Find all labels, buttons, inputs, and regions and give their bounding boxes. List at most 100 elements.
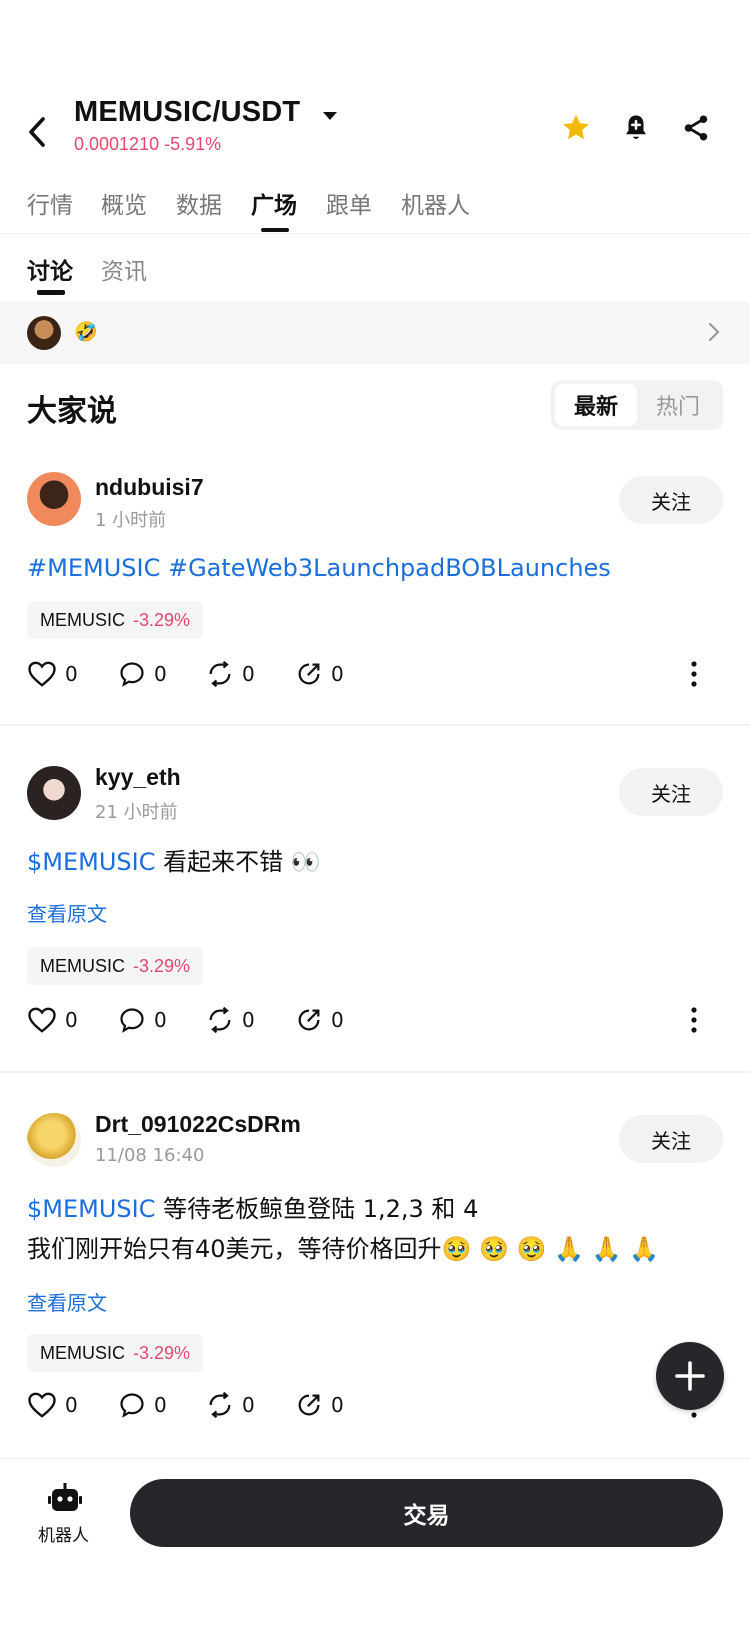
- heart-icon: [28, 1007, 56, 1033]
- post-time: 21 小时前: [95, 802, 178, 823]
- sub-tabs: 讨论 资讯: [0, 248, 750, 298]
- bell-plus-icon[interactable]: [618, 110, 654, 146]
- coin-tag[interactable]: MEMUSIC -3.29%: [27, 947, 204, 985]
- repost-count: 0: [242, 662, 255, 686]
- share-button[interactable]: 0: [295, 1004, 344, 1036]
- star-icon[interactable]: [558, 110, 594, 146]
- ticker-link[interactable]: $MEMUSIC: [27, 1195, 155, 1223]
- share-count: 0: [331, 1008, 344, 1032]
- coin-name: MEMUSIC: [40, 1342, 125, 1363]
- trade-button[interactable]: 交易: [130, 1479, 723, 1547]
- share-arrow-icon: [298, 663, 320, 685]
- bottom-bar: 机器人 交易: [0, 1458, 750, 1630]
- robot-icon[interactable]: [48, 1483, 82, 1513]
- like-count: 0: [65, 1393, 78, 1417]
- repost-icon: [209, 1006, 231, 1034]
- post-actions: 0 0 0 0: [27, 1389, 727, 1421]
- share-count: 0: [331, 1393, 344, 1417]
- username[interactable]: kyy_eth: [95, 764, 181, 791]
- repost-count: 0: [242, 1008, 255, 1032]
- post-text: 看起来不错 👀: [155, 848, 321, 876]
- plus-icon: [675, 1361, 705, 1391]
- tab-overview[interactable]: 概览: [101, 186, 147, 220]
- share-icon[interactable]: [678, 110, 714, 146]
- subtab-news[interactable]: 资讯: [101, 252, 147, 286]
- post-text-line2: 我们刚开始只有40美元，等待价格回升🥹 🥹 🥹 🙏 🙏 🙏: [27, 1235, 659, 1263]
- share-button[interactable]: 0: [295, 658, 344, 690]
- share-arrow-icon: [298, 1009, 320, 1031]
- comment-icon: [120, 662, 144, 687]
- avatar[interactable]: [27, 1113, 81, 1167]
- heart-icon: [28, 661, 56, 687]
- share-count: 0: [331, 662, 344, 686]
- sort-latest-button[interactable]: 最新: [555, 384, 637, 426]
- post-card[interactable]: kyy_eth 21 小时前 关注 $MEMUSIC 看起来不错 👀 查看原文 …: [0, 728, 750, 1073]
- active-subtab-indicator: [37, 290, 65, 295]
- create-post-button[interactable]: [656, 1342, 724, 1410]
- avatar[interactable]: [27, 472, 81, 526]
- repost-button[interactable]: 0: [206, 1389, 255, 1421]
- post-time: 1 小时前: [95, 510, 167, 531]
- post-content[interactable]: $MEMUSIC 看起来不错 👀: [27, 842, 723, 882]
- follow-button[interactable]: 关注: [619, 768, 723, 816]
- coin-change: -3.29%: [133, 955, 191, 976]
- tab-market[interactable]: 行情: [27, 186, 73, 220]
- username[interactable]: Drt_091022CsDRm: [95, 1111, 301, 1138]
- comment-icon: [120, 1008, 144, 1033]
- section-title: 大家说: [27, 394, 117, 429]
- view-original-link[interactable]: 查看原文: [27, 1287, 107, 1316]
- repost-button[interactable]: 0: [206, 658, 255, 690]
- sort-toggle: 最新 热门: [551, 380, 723, 430]
- more-vertical-icon[interactable]: [691, 660, 697, 688]
- chevron-right-icon[interactable]: [708, 322, 720, 346]
- caret-down-icon[interactable]: [322, 106, 338, 125]
- follow-button[interactable]: 关注: [619, 1115, 723, 1163]
- hashtag-link[interactable]: #MEMUSIC #GateWeb3LaunchpadBOBLaunches: [27, 554, 611, 582]
- comment-count: 0: [154, 1008, 167, 1032]
- coin-change: -3.29%: [133, 609, 191, 630]
- hot-topic-bar[interactable]: 🤣: [0, 302, 750, 364]
- tab-data[interactable]: 数据: [176, 186, 222, 220]
- post-actions: 0 0 0 0: [27, 658, 727, 690]
- post-content[interactable]: #MEMUSIC #GateWeb3LaunchpadBOBLaunches: [27, 548, 723, 588]
- like-button[interactable]: 0: [27, 1389, 78, 1421]
- tab-bot[interactable]: 机器人: [401, 186, 470, 220]
- share-button[interactable]: 0: [295, 1389, 344, 1421]
- bot-label[interactable]: 机器人: [38, 1521, 89, 1546]
- ticker-link[interactable]: $MEMUSIC: [27, 848, 155, 876]
- like-button[interactable]: 0: [27, 1004, 78, 1036]
- back-arrow-icon[interactable]: [22, 112, 52, 152]
- comment-button[interactable]: 0: [118, 1389, 167, 1421]
- coin-tag[interactable]: MEMUSIC -3.29%: [27, 601, 204, 639]
- like-count: 0: [65, 662, 78, 686]
- repost-button[interactable]: 0: [206, 1004, 255, 1036]
- avatar: [27, 316, 61, 350]
- tab-copy-trade[interactable]: 跟单: [326, 186, 372, 220]
- more-vertical-icon[interactable]: [691, 1006, 697, 1034]
- post-card[interactable]: Drt_091022CsDRm 11/08 16:40 关注 $MEMUSIC …: [0, 1075, 750, 1455]
- coin-name: MEMUSIC: [40, 609, 125, 630]
- tab-square[interactable]: 广场: [251, 186, 297, 220]
- share-arrow-icon: [298, 1394, 320, 1416]
- follow-button[interactable]: 关注: [619, 476, 723, 524]
- post-card[interactable]: ndubuisi7 1 小时前 关注 #MEMUSIC #GateWeb3Lau…: [0, 452, 750, 726]
- comment-count: 0: [154, 662, 167, 686]
- repost-icon: [209, 660, 231, 688]
- sort-hot-button[interactable]: 热门: [637, 384, 719, 426]
- like-button[interactable]: 0: [27, 658, 78, 690]
- comment-button[interactable]: 0: [118, 1004, 167, 1036]
- active-tab-indicator: [261, 228, 289, 232]
- avatar[interactable]: [27, 766, 81, 820]
- coin-tag[interactable]: MEMUSIC -3.29%: [27, 1334, 204, 1372]
- header: MEMUSIC/USDT 0.0001210 -5.91%: [0, 90, 750, 165]
- post-text: 等待老板鲸鱼登陆 1,2,3 和 4: [155, 1195, 479, 1223]
- username[interactable]: ndubuisi7: [95, 474, 204, 501]
- emoji: 🤣: [74, 321, 98, 343]
- comment-count: 0: [154, 1393, 167, 1417]
- post-content[interactable]: $MEMUSIC 等待老板鲸鱼登陆 1,2,3 和 4 我们刚开始只有40美元，…: [27, 1189, 723, 1269]
- pair-title[interactable]: MEMUSIC/USDT: [74, 96, 300, 129]
- comment-button[interactable]: 0: [118, 658, 167, 690]
- view-original-link[interactable]: 查看原文: [27, 898, 107, 927]
- subtab-discussion[interactable]: 讨论: [27, 252, 73, 286]
- coin-change: -3.29%: [133, 1342, 191, 1363]
